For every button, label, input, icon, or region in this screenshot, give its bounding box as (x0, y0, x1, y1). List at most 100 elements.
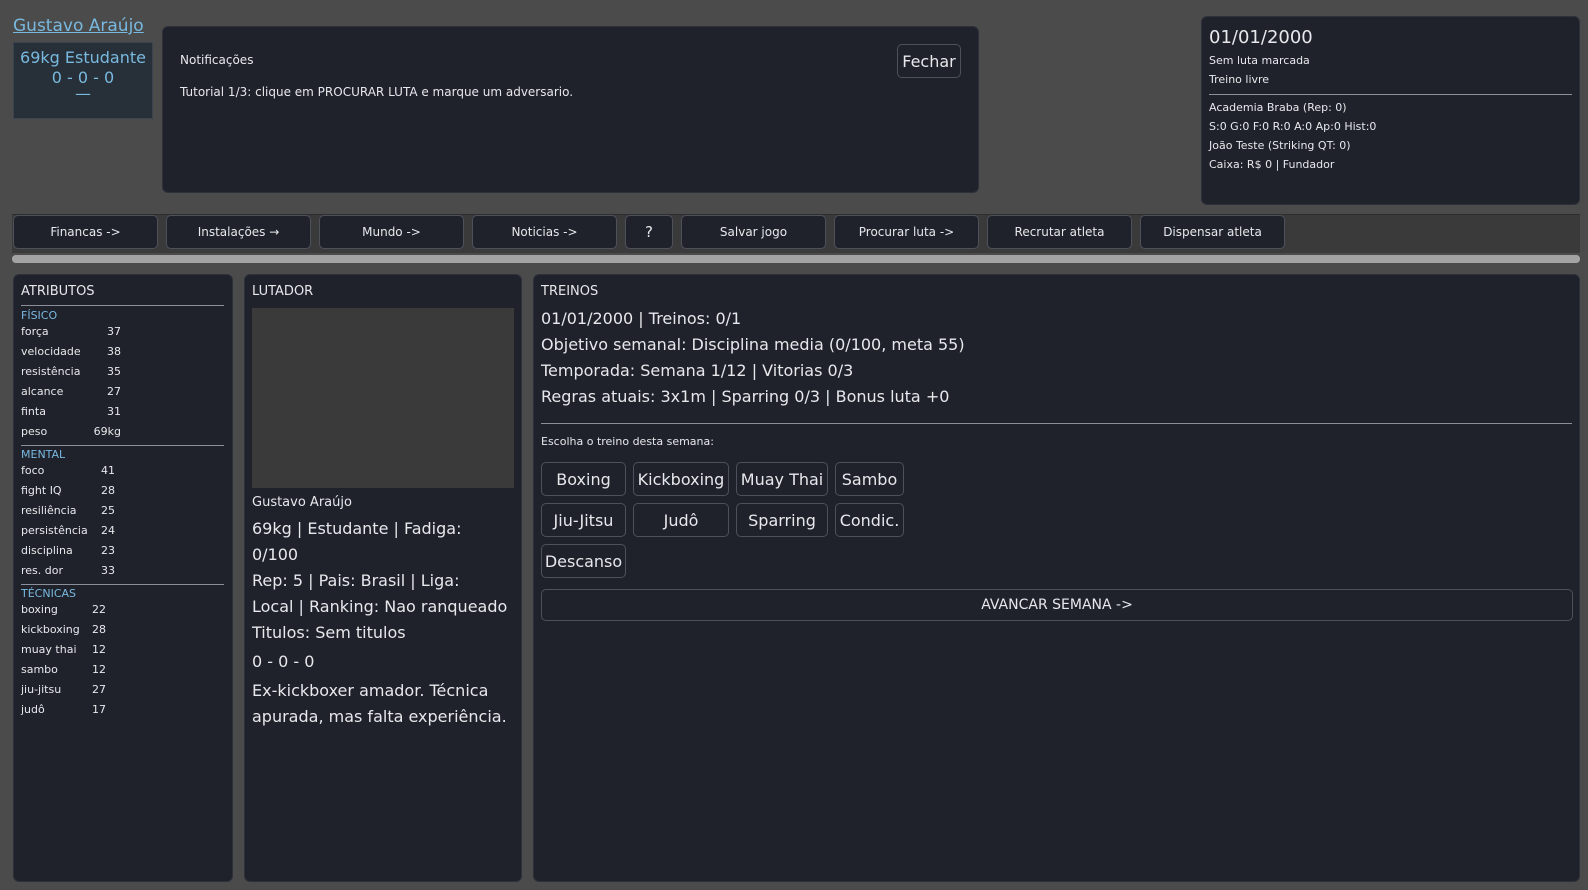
training-jiujitsu-button[interactable]: Jiu-Jitsu (541, 503, 626, 537)
player-name-link[interactable]: Gustavo Araújo (13, 16, 144, 36)
physical-attr-name: resistência (21, 365, 81, 378)
progress-fill (12, 255, 1580, 263)
technique-attr-value: 12 (92, 643, 106, 656)
academy-info: Academia Braba (Rep: 0) (1209, 101, 1347, 114)
fighter-info-line: 0/100 (252, 545, 299, 564)
status-info-panel: 01/01/2000 Sem luta marcada Treino livre… (1201, 16, 1580, 205)
player-summary-card: 69kg Estudante 0 - 0 - 0 — (13, 42, 153, 119)
training-divider (541, 423, 1572, 424)
player-weight-status: 69kg Estudante (20, 48, 146, 67)
progress-bar (12, 255, 1580, 263)
training-kickboxing-button[interactable]: Kickboxing (633, 462, 729, 496)
physical-attr-value: 35 (107, 365, 121, 378)
mental-attr-value: 41 (101, 464, 115, 477)
technique-attr-value: 12 (92, 663, 106, 676)
mental-attr-value: 33 (101, 564, 115, 577)
mental-attr-value: 24 (101, 524, 115, 537)
recruit-athlete-button[interactable]: Recrutar atleta (987, 215, 1132, 249)
training-sparring-button[interactable]: Sparring (736, 503, 828, 537)
technique-attr-value: 22 (92, 603, 106, 616)
training-choose-label: Escolha o treino desta semana: (541, 435, 714, 448)
fighter-portrait (252, 308, 514, 488)
training-boxing-button[interactable]: Boxing (541, 462, 626, 496)
training-sambo-button[interactable]: Sambo (835, 462, 904, 496)
academy-stats: S:0 G:0 F:0 R:0 A:0 Ap:0 Hist:0 (1209, 120, 1377, 133)
close-notifications-button[interactable]: Fechar (897, 44, 961, 78)
fighter-panel: LUTADOR Gustavo Araújo 69kg | Estudante … (244, 274, 522, 882)
technique-attr-name: sambo (21, 663, 58, 676)
technique-attr-value: 28 (92, 623, 106, 636)
mental-group-label: MENTAL (21, 448, 66, 461)
mental-attr-name: res. dor (21, 564, 64, 577)
find-fight-button[interactable]: Procurar luta -> (834, 215, 979, 249)
notification-message: Tutorial 1/3: clique em PROCURAR LUTA e … (180, 85, 574, 99)
technique-attr-name: kickboxing (21, 623, 80, 636)
info-divider (1209, 94, 1572, 95)
technique-attr-name: boxing (21, 603, 58, 616)
mental-attr-value: 23 (101, 544, 115, 557)
technique-attr-name: judô (21, 703, 45, 716)
fighter-info-line: Rep: 5 | Pais: Brasil | Liga: (252, 571, 460, 590)
training-status: Treino livre (1209, 73, 1270, 86)
training-title: TREINOS (541, 284, 599, 299)
coach-info: João Teste (Striking QT: 0) (1209, 139, 1351, 152)
save-game-button[interactable]: Salvar jogo (681, 215, 826, 249)
season-status: Temporada: Semana 1/12 | Vitorias 0/3 (541, 361, 854, 380)
fighter-info-line: 69kg | Estudante | Fadiga: (252, 519, 462, 538)
help-button[interactable]: ? (625, 215, 673, 249)
notifications-panel: Notificações Tutorial 1/3: clique em PRO… (162, 26, 979, 193)
physical-attr-name: força (21, 325, 49, 338)
mental-attr-name: disciplina (21, 544, 73, 557)
physical-attr-name: finta (21, 405, 46, 418)
current-rules: Regras atuais: 3x1m | Sparring 0/3 | Bon… (541, 387, 950, 406)
fight-status: Sem luta marcada (1209, 54, 1310, 67)
training-muaythai-button[interactable]: Muay Thai (736, 462, 828, 496)
cash-info: Caixa: R$ 0 | Fundador (1209, 158, 1335, 171)
fighter-info-line: Local | Ranking: Nao ranqueado (252, 597, 508, 616)
training-rest-button[interactable]: Descanso (541, 544, 626, 578)
physical-attr-name: velocidade (21, 345, 81, 358)
news-button[interactable]: Noticias -> (472, 215, 617, 249)
fighter-name: Gustavo Araújo (252, 495, 352, 510)
physical-group-label: FÍSICO (21, 309, 58, 322)
training-panel: TREINOS 01/01/2000 | Treinos: 0/1 Objeti… (533, 274, 1580, 882)
fighter-bio-line: Ex-kickboxer amador. Técnica (252, 681, 489, 700)
technique-group-label: TÉCNICAS (21, 587, 77, 600)
training-judo-button[interactable]: Judô (633, 503, 729, 537)
mental-attr-name: foco (21, 464, 45, 477)
mental-attr-name: fight IQ (21, 484, 62, 497)
physical-attr-value: 31 (107, 405, 121, 418)
advance-week-button[interactable]: AVANCAR SEMANA -> (541, 589, 1573, 621)
physical-attr-value: 37 (107, 325, 121, 338)
facilities-button[interactable]: Instalações → (166, 215, 311, 249)
attributes-divider (21, 305, 224, 306)
attributes-panel: ATRIBUTOS FÍSICO força 37 velocidade 38 resi… (13, 274, 233, 882)
physical-attr-value: 69kg (93, 425, 121, 438)
physical-attr-value: 27 (107, 385, 121, 398)
mental-divider (21, 445, 224, 446)
fighter-bio-line: apurada, mas falta experiência. (252, 707, 507, 726)
physical-attr-name: alcance (21, 385, 64, 398)
player-dash: — (75, 84, 91, 103)
finance-button[interactable]: Financas -> (13, 215, 158, 249)
fighter-title: LUTADOR (252, 284, 314, 299)
technique-attr-name: muay thai (21, 643, 77, 656)
technique-divider (21, 584, 224, 585)
notifications-title: Notificações (180, 53, 254, 67)
mental-attr-value: 28 (101, 484, 115, 497)
fighter-titles: Titulos: Sem titulos (252, 623, 406, 642)
weekly-goal: Objetivo semanal: Disciplina media (0/10… (541, 335, 965, 354)
mental-attr-name: resiliência (21, 504, 77, 517)
training-conditioning-button[interactable]: Condic. (835, 503, 904, 537)
training-summary-line: 01/01/2000 | Treinos: 0/1 (541, 309, 742, 328)
current-date: 01/01/2000 (1209, 27, 1313, 48)
technique-attr-value: 17 (92, 703, 106, 716)
attributes-title: ATRIBUTOS (21, 284, 95, 299)
dismiss-athlete-button[interactable]: Dispensar atleta (1140, 215, 1285, 249)
world-button[interactable]: Mundo -> (319, 215, 464, 249)
technique-attr-name: jiu-jitsu (21, 683, 62, 696)
technique-attr-value: 27 (92, 683, 106, 696)
mental-attr-value: 25 (101, 504, 115, 517)
physical-attr-name: peso (21, 425, 48, 438)
fighter-record: 0 - 0 - 0 (252, 652, 315, 671)
